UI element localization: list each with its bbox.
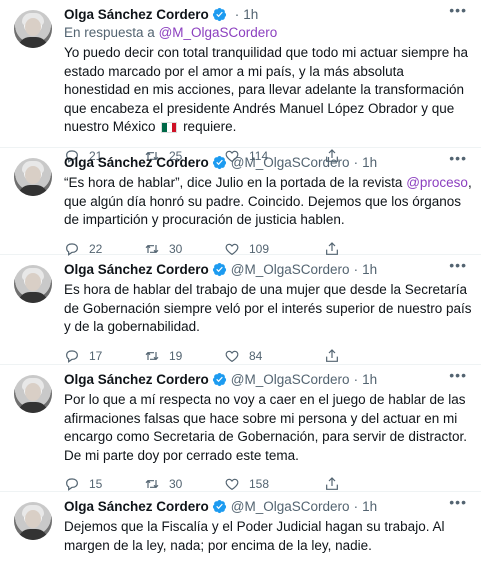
tweet-text: “Es hora de hablar”, dice Julio en la po…: [64, 175, 472, 227]
verified-badge-icon: [212, 155, 226, 169]
author-name[interactable]: Olga Sánchez Cordero: [64, 262, 209, 277]
verified-badge-icon: [212, 499, 226, 513]
share-button[interactable]: [324, 476, 349, 492]
heart-icon: [225, 350, 239, 362]
avatar[interactable]: [14, 375, 52, 413]
mexico-flag-icon: [161, 122, 178, 133]
dot-separator: ·: [353, 371, 359, 387]
tweet-text: Dejemos que la Fiscalía y el Poder Judic…: [64, 519, 445, 553]
tweet[interactable]: Olga Sánchez Cordero @M_OlgaSCordero · 1…: [0, 492, 481, 562]
retweet-icon: [145, 479, 159, 489]
retweet-button[interactable]: 19: [144, 348, 224, 364]
timestamp[interactable]: 1h: [362, 372, 377, 387]
tweet-text: Por lo que a mí respecta no voy a caer e…: [64, 392, 467, 463]
author-name[interactable]: Olga Sánchez Cordero: [64, 499, 209, 514]
avatar[interactable]: [14, 502, 52, 540]
author-name[interactable]: Olga Sánchez Cordero: [64, 372, 209, 387]
retweet-button[interactable]: 30: [144, 476, 224, 492]
verified-badge-icon: [212, 7, 226, 21]
more-options-icon[interactable]: •••: [449, 2, 467, 18]
like-button[interactable]: 84: [224, 348, 324, 364]
more-options-icon[interactable]: •••: [449, 494, 467, 510]
avatar[interactable]: [14, 10, 52, 48]
share-button[interactable]: [324, 348, 349, 364]
reply-context: En respuesta a @M_OlgaSCordero: [64, 25, 278, 40]
tweet[interactable]: Olga Sánchez Cordero @M_OlgaSCordero · 1…: [0, 255, 481, 365]
dot-separator: ·: [353, 261, 359, 277]
timestamp[interactable]: 1h: [362, 262, 377, 277]
mention-link[interactable]: @proceso: [406, 175, 468, 190]
author-handle[interactable]: @M_OlgaSCordero: [231, 499, 350, 514]
verified-badge-icon: [212, 262, 226, 276]
tweet[interactable]: Olga Sánchez Cordero · 1h ••• En respues…: [0, 0, 481, 163]
author-name[interactable]: Olga Sánchez Cordero: [64, 155, 209, 170]
retweet-icon: [145, 351, 159, 360]
more-options-icon[interactable]: •••: [449, 150, 467, 166]
author-handle[interactable]: @M_OlgaSCordero: [231, 372, 350, 387]
author-name[interactable]: Olga Sánchez Cordero: [64, 7, 209, 22]
dot-separator: ·: [234, 6, 240, 22]
tweet-text: Yo puedo decir con total tranquilidad qu…: [64, 45, 469, 134]
reply-icon: [66, 478, 78, 491]
verified-badge-icon: [212, 372, 226, 386]
author-handle[interactable]: @M_OlgaSCordero: [231, 155, 350, 170]
reply-button[interactable]: 15: [64, 476, 144, 492]
author-handle[interactable]: @M_OlgaSCordero: [231, 262, 350, 277]
more-options-icon[interactable]: •••: [449, 367, 467, 383]
avatar[interactable]: [14, 158, 52, 196]
tweet[interactable]: Olga Sánchez Cordero @M_OlgaSCordero · 1…: [0, 365, 481, 492]
tweet-text: Es hora de hablar del trabajo de una muj…: [64, 282, 472, 334]
reply-icon: [66, 349, 78, 363]
dot-separator: ·: [353, 498, 359, 514]
heart-icon: [225, 478, 239, 491]
timestamp[interactable]: 1h: [362, 155, 377, 170]
avatar[interactable]: [14, 265, 52, 303]
tweet[interactable]: Olga Sánchez Cordero @M_OlgaSCordero · 1…: [0, 148, 481, 256]
share-icon: [326, 477, 338, 490]
reply-button[interactable]: 17: [64, 348, 144, 364]
timestamp[interactable]: 1h: [243, 7, 258, 22]
share-icon: [326, 348, 338, 362]
dot-separator: ·: [353, 154, 359, 170]
more-options-icon[interactable]: •••: [449, 257, 467, 273]
reply-handle-link[interactable]: @M_OlgaSCordero: [159, 25, 278, 40]
like-button[interactable]: 158: [224, 476, 324, 492]
timestamp[interactable]: 1h: [362, 499, 377, 514]
